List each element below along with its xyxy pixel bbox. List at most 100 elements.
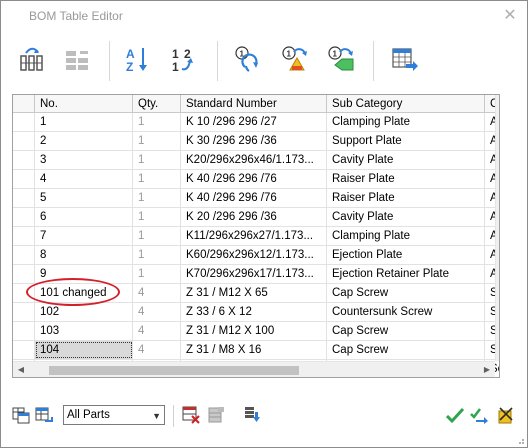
cell-no[interactable]: 6 (35, 208, 133, 226)
cell-standard-number[interactable]: K 40 /296 296 /76 (181, 170, 327, 188)
cell-no[interactable]: 7 (35, 227, 133, 245)
cell-standard-number[interactable]: K70/296x296x17/1.173... (181, 265, 327, 283)
cell-no[interactable]: 2 (35, 132, 133, 150)
table-row[interactable]: 101 changed4Z 31 / M12 X 65Cap ScrewSc (13, 284, 499, 303)
cell-qty[interactable]: 1 (133, 208, 181, 226)
apply-update-button[interactable] (469, 405, 489, 425)
apply-button[interactable] (445, 405, 465, 425)
cell-standard-number[interactable]: Z 31 / M12 X 65 (181, 284, 327, 302)
import-button[interactable] (242, 405, 262, 425)
cell-standard-number[interactable]: Z 33 / 6 X 12 (181, 303, 327, 321)
cell-sub-category[interactable]: Ejection Retainer Plate (327, 265, 485, 283)
table-row[interactable]: 21K 30 /296 296 /36Support PlateAs (13, 132, 499, 151)
row-selector[interactable] (13, 284, 35, 302)
cell-qty[interactable]: 4 (133, 284, 181, 302)
cell-no[interactable]: 101 changed (35, 284, 133, 302)
table-row[interactable]: 11K 10 /296 296 /27Clamping PlateAs (13, 113, 499, 132)
resize-grip-icon[interactable] (515, 435, 525, 445)
parts-filter-dropdown[interactable]: All Parts ▼ (63, 405, 165, 425)
cell-no[interactable]: 1 (35, 113, 133, 131)
sort-az-button[interactable]: A Z (119, 41, 155, 77)
row-selector[interactable] (13, 113, 35, 131)
table-row[interactable]: 61K 20 /296 296 /36Cavity PlateAs (13, 208, 499, 227)
cell-sub-category[interactable]: Raiser Plate (327, 189, 485, 207)
title-bar[interactable]: BOM Table Editor ✕ (1, 1, 527, 31)
table-row[interactable]: 1034Z 31 / M12 X 100Cap ScrewSc (13, 322, 499, 341)
column-header-standard-number[interactable]: Standard Number (181, 95, 327, 113)
cell-standard-number[interactable]: K 20 /296 296 /36 (181, 208, 327, 226)
row-selector[interactable] (13, 227, 35, 245)
cell-standard-number[interactable]: K60/296x296x12/1.173... (181, 246, 327, 264)
table-row[interactable]: 9 1 K70/296x296x17/1.173... Ejection Retain… (13, 265, 499, 284)
cell-qty[interactable]: 1 (133, 151, 181, 169)
cell-sub-category[interactable]: Cap Screw (327, 341, 485, 359)
cell-sub-category[interactable]: Ejection Plate (327, 246, 485, 264)
row-selector[interactable] (13, 322, 35, 340)
renumber-merge-button[interactable]: 1 (323, 41, 359, 77)
cell-sub-category[interactable]: Cap Screw (327, 322, 485, 340)
paste-table-button[interactable] (34, 405, 54, 425)
table-row[interactable]: 1024Z 33 / 6 X 12Countersunk ScrewSc (13, 303, 499, 322)
cell-qty[interactable]: 1 (133, 246, 181, 264)
cell-qty[interactable]: 4 (133, 341, 181, 359)
cell-no[interactable]: 9 (35, 265, 133, 283)
row-selector[interactable] (13, 151, 35, 169)
column-header-sub-category[interactable]: Sub Category (327, 95, 485, 113)
cell-qty[interactable]: 1 (133, 113, 181, 131)
vertical-scroll-thumb[interactable] (499, 125, 500, 253)
row-selector-header[interactable] (13, 95, 35, 113)
cell-standard-number[interactable]: Z 31 / M12 X 100 (181, 322, 327, 340)
cell-qty[interactable]: 1 (133, 132, 181, 150)
row-selector[interactable] (13, 265, 35, 283)
table-row[interactable]: 41K 40 /296 296 /76Raiser PlateAs (13, 170, 499, 189)
table-row[interactable]: 1044Z 31 / M8 X 16Cap ScrewSc (13, 341, 499, 360)
cell-standard-number[interactable]: K11/296x296x27/1.173... (181, 227, 327, 245)
table-row[interactable]: 81K60/296x296x12/1.173...Ejection PlateA… (13, 246, 499, 265)
cell-standard-number[interactable]: Z 31 / M8 X 16 (181, 341, 327, 359)
close-button[interactable]: ✕ (495, 3, 525, 29)
cell-standard-number[interactable]: K 30 /296 296 /36 (181, 132, 327, 150)
table-row[interactable]: 71K11/296x296x27/1.173...Clamping PlateA… (13, 227, 499, 246)
merge-item-button[interactable] (206, 405, 226, 425)
scroll-down-icon[interactable]: ▼ (496, 350, 499, 359)
sort-numeric-button[interactable]: 1 2 1 (165, 41, 201, 77)
row-selector[interactable] (13, 246, 35, 264)
cell-sub-category[interactable]: Cap Screw (327, 284, 485, 302)
scroll-right-icon[interactable]: ▶ (479, 365, 495, 374)
cell-no[interactable]: 5 (35, 189, 133, 207)
table-row[interactable]: 31K20/296x296x46/1.173...Cavity PlateAs (13, 151, 499, 170)
cell-no[interactable]: 103 (35, 322, 133, 340)
cell-sub-category[interactable]: Clamping Plate (327, 227, 485, 245)
column-header-no[interactable]: No. (35, 95, 133, 113)
row-selector[interactable] (13, 303, 35, 321)
cell-qty[interactable]: 1 (133, 189, 181, 207)
delete-rows-button[interactable] (59, 41, 95, 77)
cell-sub-category[interactable]: Cavity Plate (327, 151, 485, 169)
row-selector[interactable] (13, 341, 35, 359)
cell-qty[interactable]: 4 (133, 322, 181, 340)
row-selector[interactable] (13, 189, 35, 207)
row-selector[interactable] (13, 132, 35, 150)
cell-standard-number[interactable]: K 10 /296 296 /27 (181, 113, 327, 131)
cell-qty[interactable]: 4 (133, 303, 181, 321)
renumber-filter-button[interactable]: 1 (277, 41, 313, 77)
horizontal-scrollbar[interactable]: ◀ ▶ (13, 361, 495, 377)
cell-no[interactable]: 4 (35, 170, 133, 188)
cell-qty[interactable]: 1 (133, 265, 181, 283)
cell-no[interactable]: 104 (35, 341, 133, 359)
cell-qty[interactable]: 1 (133, 227, 181, 245)
cell-no[interactable]: 3 (35, 151, 133, 169)
scroll-left-icon[interactable]: ◀ (13, 365, 29, 374)
column-header-qty[interactable]: Qty. (133, 95, 181, 113)
cell-no[interactable]: 8 (35, 246, 133, 264)
vertical-scrollbar[interactable]: ▲ ▼ (495, 95, 500, 361)
cell-sub-category[interactable]: Clamping Plate (327, 113, 485, 131)
table-row[interactable]: 51K 40 /296 296 /76Raiser PlateAs (13, 189, 499, 208)
cell-no[interactable]: 102 (35, 303, 133, 321)
cell-sub-category[interactable]: Raiser Plate (327, 170, 485, 188)
row-selector[interactable] (13, 170, 35, 188)
insert-rows-button[interactable] (15, 41, 51, 77)
cell-standard-number[interactable]: K20/296x296x46/1.173... (181, 151, 327, 169)
cancel-button[interactable] (495, 405, 515, 425)
cell-sub-category[interactable]: Support Plate (327, 132, 485, 150)
